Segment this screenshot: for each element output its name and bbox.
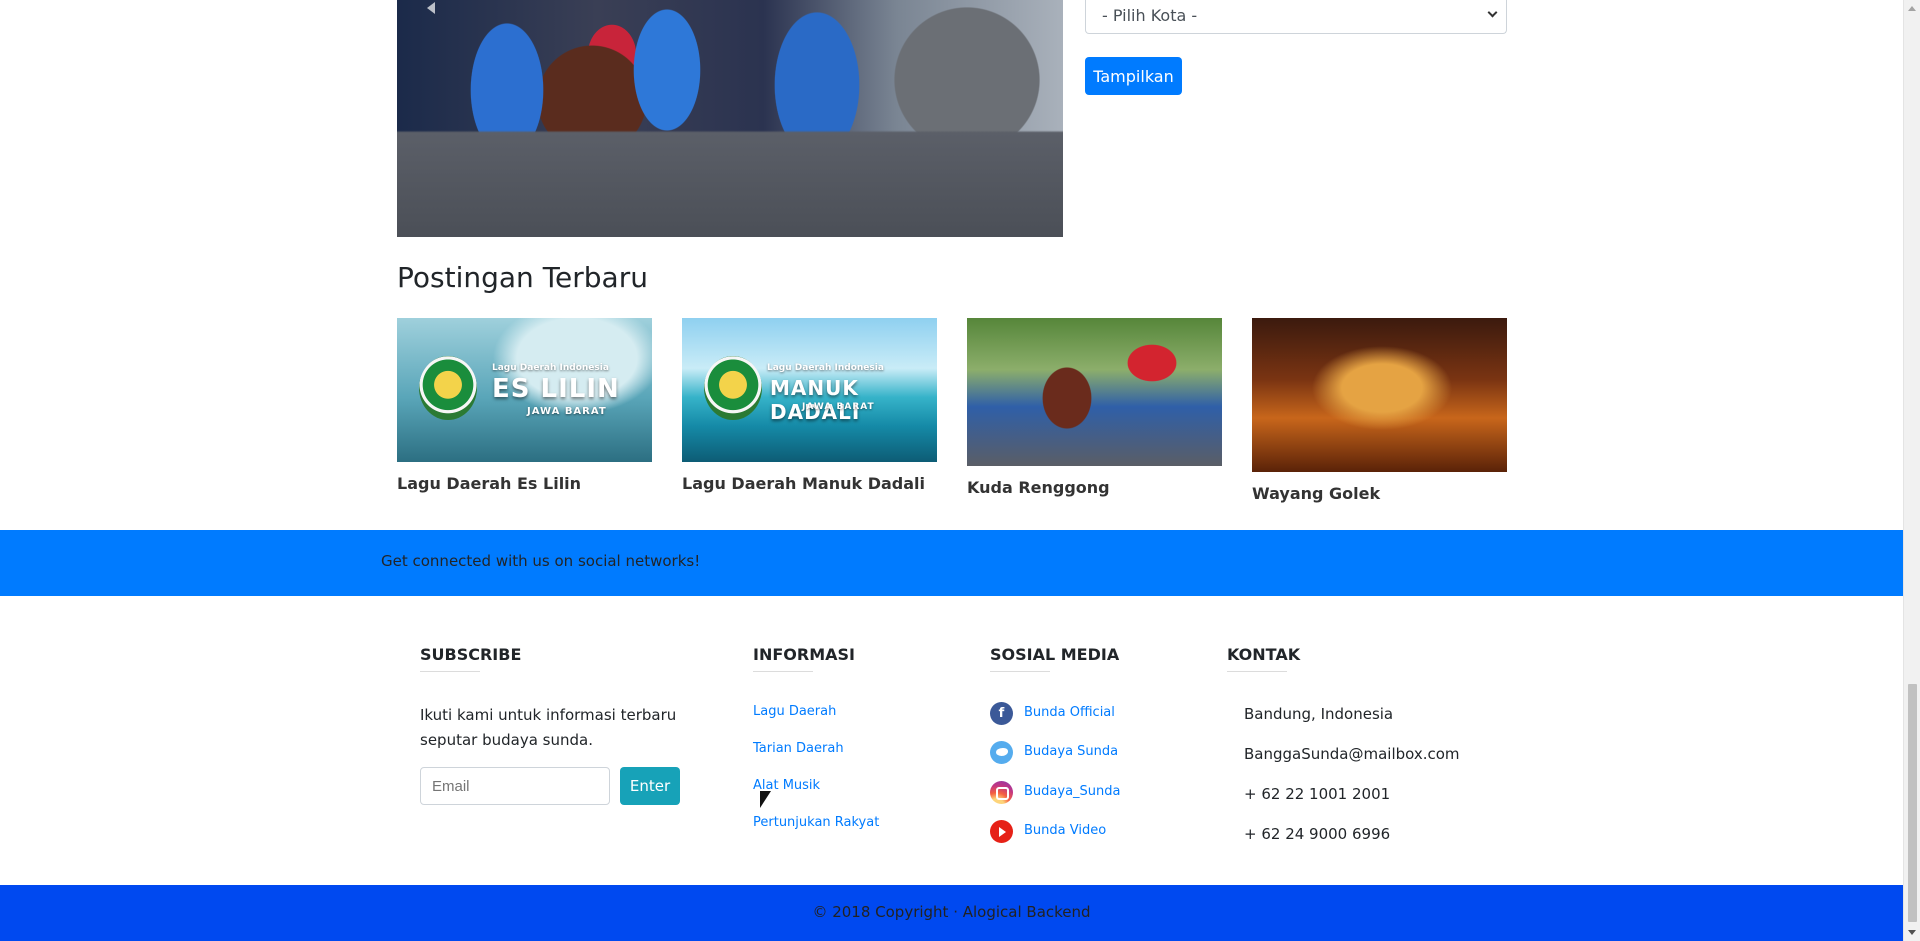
facebook-icon: f	[990, 702, 1013, 725]
footer-sosial-media-title: SOSIAL MEDIA	[990, 645, 1120, 664]
twitter-icon	[990, 741, 1013, 764]
contact-address: Bandung, Indonesia	[1244, 705, 1394, 723]
post-caption[interactable]: Kuda Renggong	[967, 478, 1222, 497]
post-caption[interactable]: Wayang Golek	[1252, 484, 1507, 503]
subscribe-enter-button[interactable]: Enter	[620, 767, 680, 805]
instagram-icon	[990, 781, 1013, 804]
info-link-lagu-daerah[interactable]: Lagu Daerah	[753, 704, 836, 719]
footer-kontak-title: KONTAK	[1227, 645, 1301, 664]
divider	[1227, 671, 1287, 672]
city-select[interactable]: - Pilih Kota -	[1085, 0, 1507, 34]
social-link-label[interactable]: Budaya Sunda	[1024, 744, 1118, 759]
social-link-label[interactable]: Bunda Official	[1024, 705, 1115, 720]
city-select-value: - Pilih Kota -	[1102, 6, 1198, 25]
thumbnail-overlay-region: JAWA BARAT	[527, 406, 607, 417]
post-card-wayang-golek[interactable]: Wayang Golek	[1252, 318, 1507, 503]
divider	[990, 671, 1050, 672]
thumbnail-overlay-subtitle: Lagu Daerah Indonesia	[767, 363, 884, 373]
contact-email: BanggaSunda@mailbox.com	[1244, 745, 1460, 763]
carousel-prev-icon[interactable]	[427, 2, 435, 14]
scrollbar-thumb[interactable]	[1908, 684, 1917, 922]
post-card-kuda-renggong[interactable]: Kuda Renggong	[967, 318, 1222, 497]
jawa-barat-emblem-icon	[419, 356, 477, 420]
contact-phone-2: + 62 24 9000 6996	[1244, 825, 1391, 843]
contact-phone-1: + 62 22 1001 2001	[1244, 785, 1391, 803]
scroll-up-arrow-icon[interactable]	[1904, 0, 1920, 17]
info-link-pertunjukan-rakyat[interactable]: Pertunjukan Rakyat	[753, 815, 879, 830]
thumbnail-overlay-title: ES LILIN	[492, 374, 620, 404]
youtube-icon	[990, 820, 1013, 843]
show-button[interactable]: Tampilkan	[1085, 57, 1182, 95]
info-link-tarian-daerah[interactable]: Tarian Daerah	[753, 741, 844, 756]
hero-image-kuda-renggong	[397, 0, 1063, 237]
thumbnail-overlay-title: MANUK DADALI	[770, 376, 861, 424]
post-card-manuk-dadali[interactable]: Lagu Daerah Indonesia MANUK DADALI JAWA …	[682, 318, 937, 493]
email-field[interactable]	[420, 767, 610, 805]
social-network-band: Get connected with us on social networks…	[0, 530, 1903, 596]
social-link-label[interactable]: Bunda Video	[1024, 823, 1106, 838]
social-link-label[interactable]: Budaya_Sunda	[1024, 784, 1120, 799]
mouse-cursor-icon	[760, 791, 771, 808]
thumbnail-overlay-subtitle: Lagu Daerah Indonesia	[492, 363, 609, 373]
divider	[753, 671, 813, 672]
divider	[420, 671, 480, 672]
post-thumbnail[interactable]	[1252, 318, 1507, 472]
post-card-es-lilin[interactable]: Lagu Daerah Indonesia ES LILIN JAWA BARA…	[397, 318, 652, 493]
social-band-text: Get connected with us on social networks…	[381, 552, 701, 570]
post-thumbnail[interactable]	[967, 318, 1222, 466]
footer-informasi-title: INFORMASI	[753, 645, 855, 664]
post-caption[interactable]: Lagu Daerah Es Lilin	[397, 474, 652, 493]
post-thumbnail[interactable]: Lagu Daerah Indonesia MANUK DADALI JAWA …	[682, 318, 937, 462]
subscribe-description: Ikuti kami untuk informasi terbaru seput…	[420, 706, 677, 749]
footer-subscribe-title: SUBSCRIBE	[420, 645, 522, 664]
vertical-scrollbar[interactable]	[1903, 0, 1920, 941]
chevron-down-icon	[1487, 7, 1498, 18]
copyright-bar: © 2018 Copyright · Alogical Backend	[0, 885, 1903, 941]
scroll-down-arrow-icon[interactable]	[1904, 924, 1920, 941]
copyright-text: © 2018 Copyright · Alogical Backend	[812, 903, 1091, 921]
post-caption[interactable]: Lagu Daerah Manuk Dadali	[682, 474, 937, 493]
thumbnail-overlay-region: JAWA BARAT	[802, 402, 875, 412]
post-thumbnail[interactable]: Lagu Daerah Indonesia ES LILIN JAWA BARA…	[397, 318, 652, 462]
section-title-latest-posts: Postingan Terbaru	[397, 261, 648, 294]
jawa-barat-emblem-icon	[704, 356, 762, 420]
